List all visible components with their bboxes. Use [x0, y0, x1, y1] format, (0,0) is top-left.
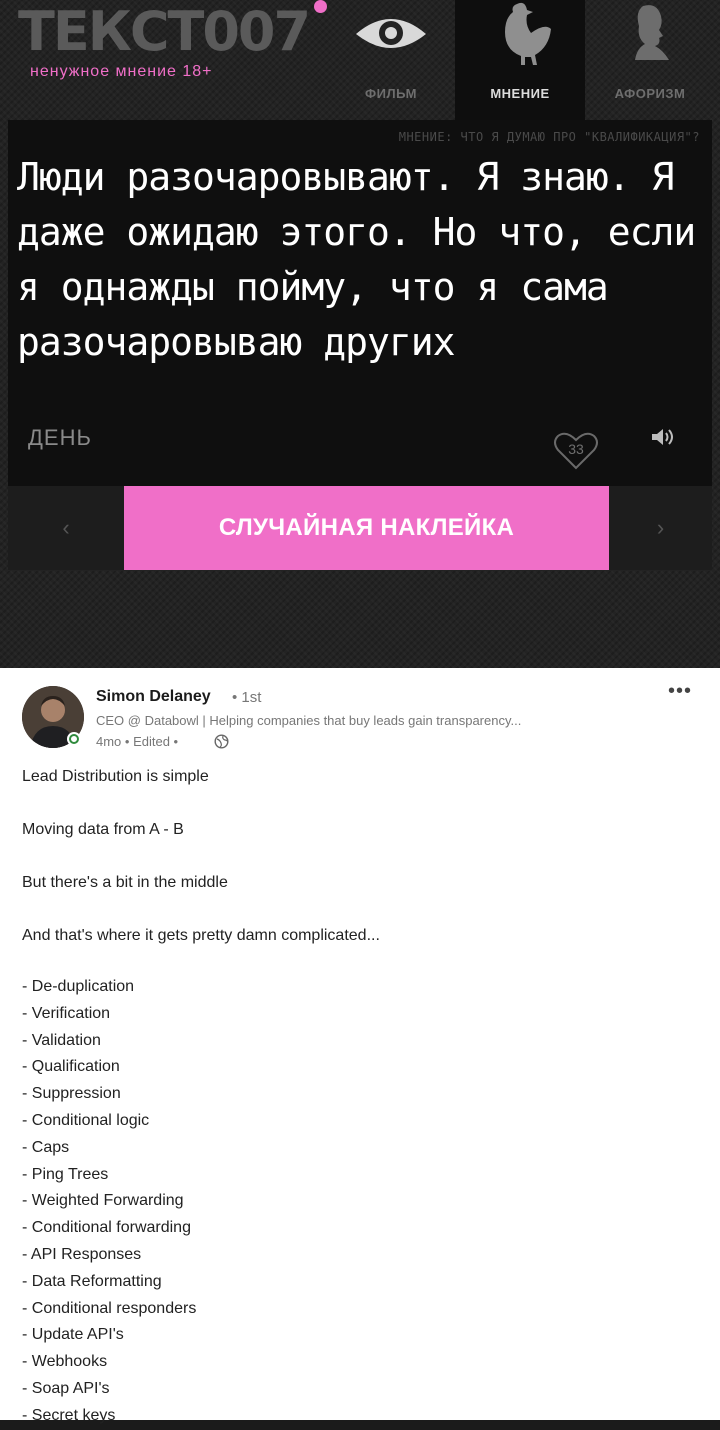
author-name[interactable]: Simon Delaney: [96, 688, 211, 706]
site-tagline: ненужное мнение 18+: [30, 63, 213, 80]
tab-opinion[interactable]: МНЕНИЕ: [455, 0, 585, 120]
list-item: - Conditional forwarding: [22, 1219, 191, 1237]
tab-film-label: ФИЛЬМ: [365, 86, 417, 101]
post-body: Lead Distribution is simple Moving data …: [22, 766, 702, 1430]
list-item: - Data Reformatting: [22, 1272, 162, 1290]
author-headline: CEO @ Databowl | Helping companies that …: [96, 713, 522, 728]
list-item: - Update API's: [22, 1326, 124, 1344]
quote-category[interactable]: ДЕНЬ: [28, 425, 92, 451]
quote-card: МНЕНИЕ: ЧТО Я ДУМАЮ ПРО "КВАЛИФИКАЦИЯ"? …: [8, 120, 712, 486]
text007-app: ТЕКСТ007 ненужное мнение 18+ ФИЛЬМ МНЕНИ…: [0, 0, 720, 668]
list-item: - API Responses: [22, 1245, 142, 1263]
like-count: 33: [568, 441, 584, 457]
list-item: - Suppression: [22, 1085, 121, 1103]
speaker-icon: [652, 429, 673, 445]
quote-reference[interactable]: МНЕНИЕ: ЧТО Я ДУМАЮ ПРО "КВАЛИФИКАЦИЯ"?: [399, 130, 700, 144]
list-item: - Soap API's: [22, 1379, 110, 1397]
list-item: - Conditional logic: [22, 1111, 150, 1129]
bust-icon: [585, 0, 715, 80]
post-line: Lead Distribution is simple: [22, 768, 209, 785]
post-meta: 4mo • Edited •: [96, 734, 179, 749]
tab-film[interactable]: ФИЛЬМ: [326, 0, 456, 120]
online-status-icon: [67, 732, 81, 746]
like-button[interactable]: 33: [552, 428, 600, 472]
tab-opinion-label: МНЕНИЕ: [490, 86, 550, 101]
globe-icon: [214, 734, 229, 749]
list-item: - Validation: [22, 1031, 101, 1049]
connection-degree: • 1st: [232, 689, 262, 706]
list-item: - De-duplication: [22, 978, 135, 995]
post-line: But there's a bit in the middle: [22, 874, 228, 891]
list-item: - Weighted Forwarding: [22, 1192, 184, 1210]
post-line: And that's where it gets pretty damn com…: [22, 927, 380, 944]
list-item: - Ping Trees: [22, 1165, 109, 1183]
prev-button[interactable]: ‹: [8, 486, 124, 570]
post-line: Moving data from A - B: [22, 821, 184, 838]
list-item: - Qualification: [22, 1058, 120, 1076]
more-options-button[interactable]: •••: [668, 680, 692, 703]
eye-icon: [326, 0, 456, 80]
chicken-icon: [455, 0, 585, 80]
list-item: - Secret keys: [22, 1406, 116, 1424]
tab-aphorism-label: АФОРИЗМ: [614, 86, 686, 101]
quote-text: Люди разочаровывают. Я знаю. Я даже ожид…: [17, 155, 696, 364]
next-button[interactable]: ›: [609, 486, 712, 570]
speaker-button[interactable]: [650, 426, 676, 448]
linkedin-post: Simon Delaney • 1st CEO @ Databowl | Hel…: [0, 668, 720, 1424]
site-logo[interactable]: ТЕКСТ007: [18, 2, 311, 62]
list-item: - Verification: [22, 1004, 111, 1022]
list-item: - Caps: [22, 1138, 70, 1156]
sticker-bar: ‹ СЛУЧАЙНАЯ НАКЛЕЙКА ›: [8, 486, 712, 570]
tab-aphorism[interactable]: АФОРИЗМ: [585, 0, 715, 120]
list-item: - Webhooks: [22, 1353, 108, 1371]
random-sticker-button[interactable]: СЛУЧАЙНАЯ НАКЛЕЙКА: [124, 486, 609, 570]
list-item: - Conditional responders: [22, 1299, 197, 1317]
